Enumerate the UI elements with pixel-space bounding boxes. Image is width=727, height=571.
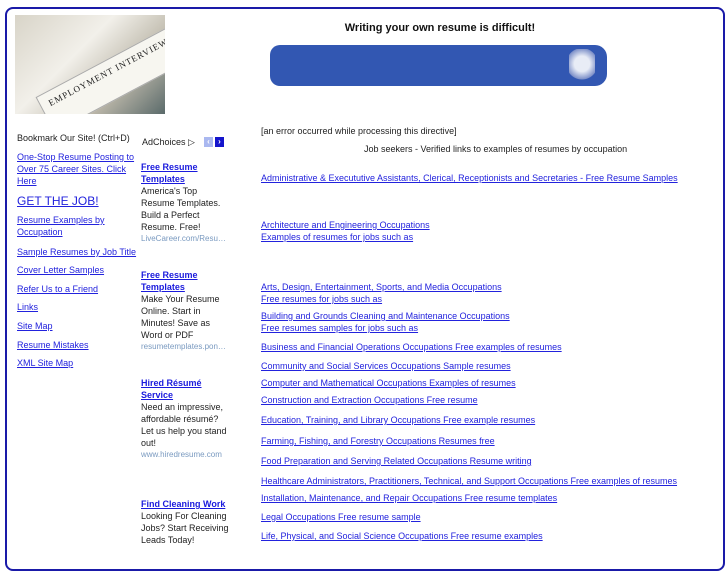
occupation-link[interactable]: Computer and Mathematical Occupations Ex… <box>261 378 516 388</box>
ad-text: Looking For Cleaning <box>141 511 227 521</box>
occupation-link[interactable]: Building and Grounds Cleaning and Mainte… <box>261 311 510 321</box>
prev-ad-icon[interactable]: ‹ <box>204 137 213 147</box>
sidebar-link[interactable]: GET THE JOB! <box>17 194 99 208</box>
occupation-link[interactable]: Food Preparation and Serving Related Occ… <box>261 456 532 466</box>
ad-text: Word or PDF <box>141 330 194 340</box>
ad-text: Make Your Resume <box>141 294 220 304</box>
sidebar-link[interactable]: Over 75 Career Sites. Click <box>17 164 126 174</box>
adchoices-label[interactable]: AdChoices ▷ <box>142 137 195 148</box>
sidebar-link[interactable]: Cover Letter Samples <box>17 265 104 275</box>
next-ad-icon[interactable]: › <box>215 137 224 147</box>
sidebar-link[interactable]: Refer Us to a Friend <box>17 284 98 294</box>
ad-text: Jobs? Start Receiving <box>141 523 229 533</box>
occupation-link[interactable]: Architecture and Engineering Occupations <box>261 220 430 230</box>
ad-text: America's Top <box>141 186 198 196</box>
ad-url[interactable]: www.hiredresume.com <box>141 450 222 459</box>
ad-text: Leads Today! <box>141 535 195 545</box>
ad-text: Online. Start in <box>141 306 201 316</box>
ad-text: Resume. Free! <box>141 222 201 232</box>
occupation-link[interactable]: Legal Occupations Free resume sample <box>261 512 421 522</box>
occupation-link[interactable]: Installation, Maintenance, and Repair Oc… <box>261 493 557 503</box>
sidebar-link[interactable]: Site Map <box>17 321 53 331</box>
occupation-link[interactable]: Arts, Design, Entertainment, Sports, and… <box>261 282 502 292</box>
sidebar-link[interactable]: Sample Resumes by Job Title <box>17 247 136 257</box>
occupation-link[interactable]: Life, Physical, and Social Science Occup… <box>261 531 543 541</box>
woman-portrait <box>569 49 595 86</box>
ad-text: Let us help you stand <box>141 426 227 436</box>
employment-interview-photo: EMPLOYMENT INTERVIEW <box>15 15 165 114</box>
ad-title[interactable]: Hired Résumé <box>141 378 202 388</box>
sidebar-link[interactable]: XML Site Map <box>17 358 73 368</box>
occupation-link[interactable]: Administrative & Execututive Assistants,… <box>261 173 678 183</box>
occupation-link[interactable]: Free resumes samples for jobs such as <box>261 323 418 333</box>
adchoices-icon: ▷ <box>188 137 195 147</box>
sidebar-link[interactable]: Here <box>17 176 37 186</box>
occupation-link[interactable]: Construction and Extraction Occupations … <box>261 395 478 405</box>
occupation-link[interactable]: Education, Training, and Library Occupat… <box>261 415 535 425</box>
sidebar-link[interactable]: Resume Mistakes <box>17 340 89 350</box>
sidebar-link[interactable]: Occupation <box>17 227 63 237</box>
sidebar-link[interactable]: Links <box>17 302 38 312</box>
occupation-link[interactable]: Free resumes for jobs such as <box>261 294 382 304</box>
ad-url[interactable]: LiveCareer.com/Resu… <box>141 234 226 243</box>
ad-title[interactable]: Service <box>141 390 173 400</box>
bookmark-text: Bookmark Our Site! (Ctrl+D) <box>17 133 130 143</box>
ad-title[interactable]: Free Resume <box>141 270 198 280</box>
ad-text: out! <box>141 438 157 448</box>
ad-text: Resume Templates. <box>141 198 221 208</box>
occupation-link[interactable]: Healthcare Administrators, Practitioners… <box>261 476 677 486</box>
error-message: [an error occurred while processing this… <box>261 126 457 136</box>
occupation-link[interactable]: Business and Financial Operations Occupa… <box>261 342 562 352</box>
ad-title[interactable]: Templates <box>141 174 185 184</box>
ad-title[interactable]: Free Resume <box>141 162 198 172</box>
sidebar-link[interactable]: Resume Examples by <box>17 215 105 225</box>
intro-text: Job seekers - Verified links to examples… <box>364 144 628 154</box>
occupation-link[interactable]: Farming, Fishing, and Forestry Occupatio… <box>261 436 495 446</box>
occupation-link[interactable]: Examples of resumes for jobs such as <box>261 232 413 242</box>
page-title: Writing your own resume is difficult! <box>344 22 536 34</box>
ad-text: Build a Perfect <box>141 210 200 220</box>
occupation-link[interactable]: Community and Social Services Occupation… <box>261 361 511 371</box>
sidebar-link[interactable]: One-Stop Resume Posting to <box>17 152 134 162</box>
ad-url[interactable]: resumetemplates.pon… <box>141 342 226 351</box>
ad-text: Minutes! Save as <box>141 318 211 328</box>
banner[interactable] <box>270 45 607 86</box>
ad-title[interactable]: Templates <box>141 282 185 292</box>
ad-text: affordable résumé? <box>141 414 219 424</box>
ad-text: Need an impressive, <box>141 402 224 412</box>
ad-title[interactable]: Find Cleaning Work <box>141 499 225 509</box>
